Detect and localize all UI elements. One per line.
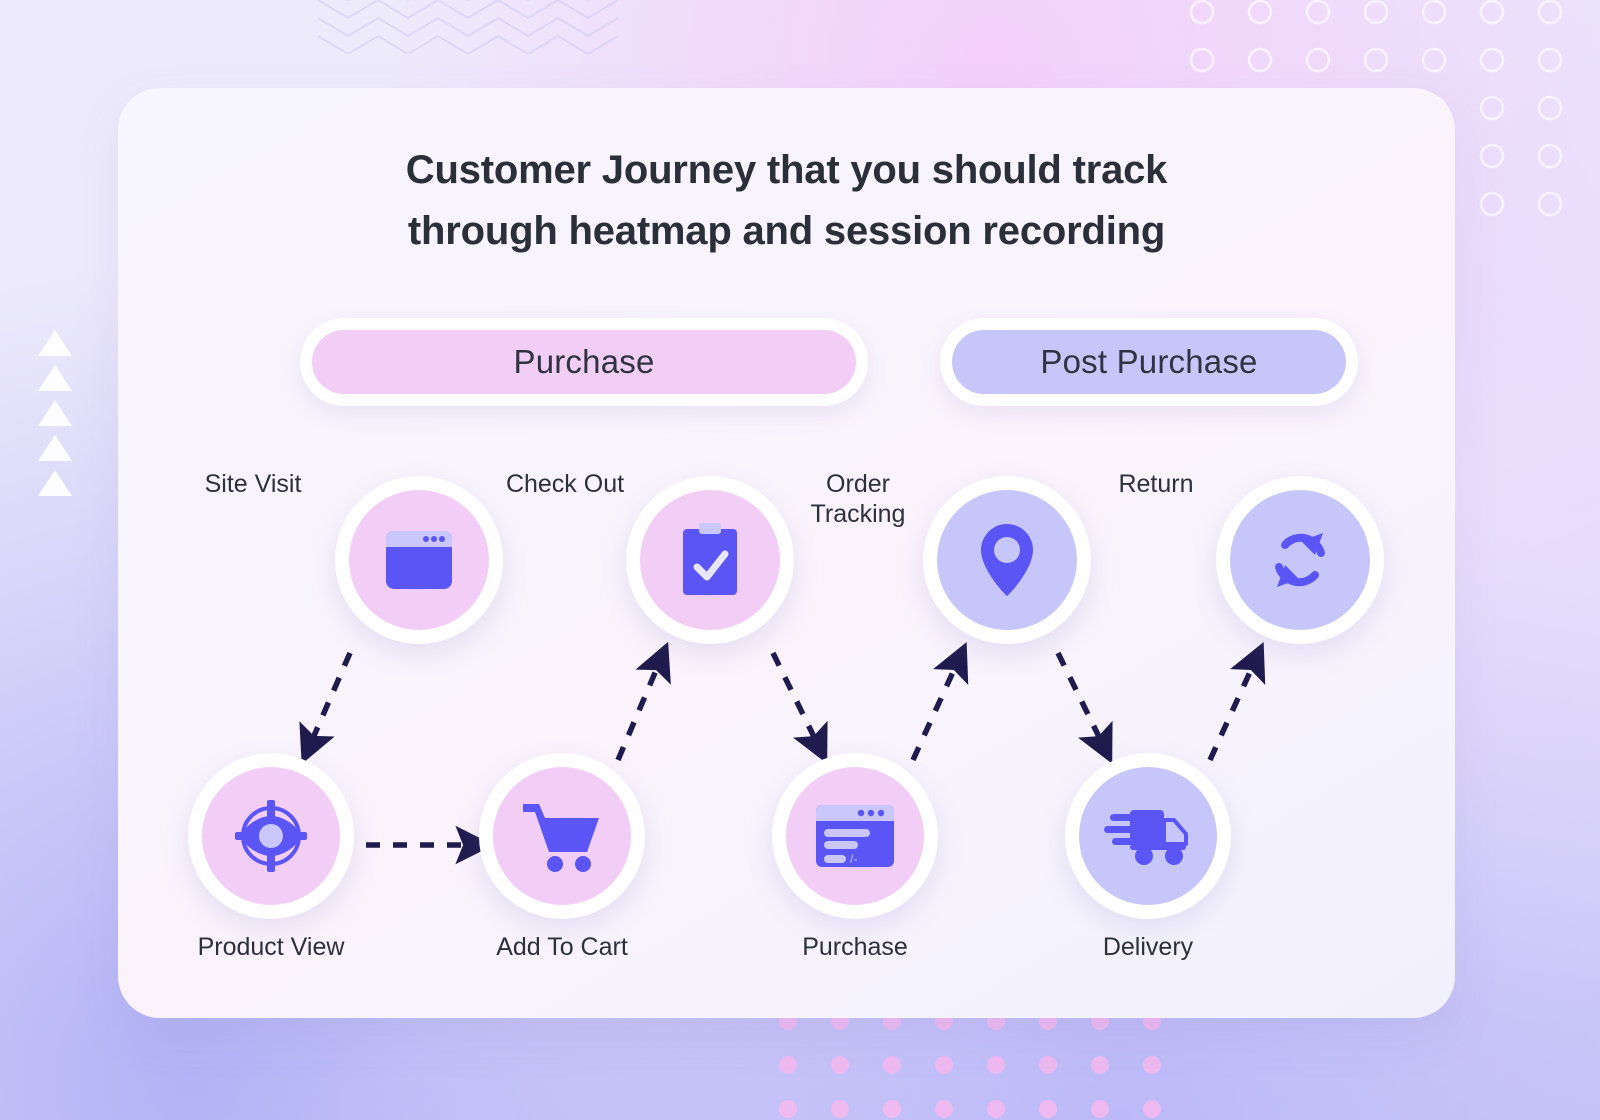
node-site-visit-ring (335, 476, 503, 644)
phase-pill-purchase-label: Purchase (312, 330, 856, 394)
node-delivery[interactable] (1065, 753, 1231, 919)
phase-pill-purchase[interactable]: Purchase (300, 318, 868, 406)
delivery-truck-icon (1104, 810, 1188, 865)
page-title-line-1: Customer Journey that you should track (405, 148, 1168, 192)
map-pin-icon (981, 524, 1033, 596)
phase-pill-purchase-frame: Purchase (300, 318, 868, 406)
node-site-visit[interactable] (335, 476, 503, 644)
node-purchase[interactable]: /- (772, 753, 938, 919)
triangle-icon (38, 435, 72, 461)
node-add-to-cart-ring (479, 753, 645, 919)
payment-window-icon: /- (816, 805, 894, 867)
browser-window-icon (386, 531, 452, 589)
node-site-visit-circle (349, 490, 489, 630)
node-label-check-out: Check Out (505, 470, 625, 498)
node-delivery-ring (1065, 753, 1231, 919)
infographic-card: Customer Journey that you should track t… (118, 88, 1455, 1018)
node-label-return: Return (1118, 470, 1194, 498)
node-label-purchase: Purchase (802, 933, 908, 961)
clipboard-check-icon (683, 523, 737, 595)
node-label-delivery: Delivery (1102, 933, 1194, 961)
shopping-cart-icon (523, 804, 599, 872)
triangle-icon (38, 470, 72, 496)
node-add-to-cart-circle (493, 767, 631, 905)
node-label-site-visit: Site Visit (204, 470, 302, 498)
node-return-circle (1230, 490, 1370, 630)
arrow-site-visit-to-product-view (299, 651, 353, 765)
page-title: Customer Journey that you should track t… (118, 140, 1455, 262)
triangle-icon (38, 400, 72, 426)
node-add-to-cart[interactable] (479, 753, 645, 919)
phase-pill-post-purchase-frame: Post Purchase (940, 318, 1358, 406)
page-title-line-2: through heatmap and session recording (407, 208, 1166, 253)
arrow-purchase-to-order-tracking (910, 641, 969, 762)
node-return-ring (1216, 476, 1384, 644)
node-purchase-circle: /- (786, 767, 924, 905)
node-purchase-ring: /- (772, 753, 938, 919)
refresh-arrows-icon (1275, 533, 1325, 587)
phase-pill-post-purchase[interactable]: Post Purchase (940, 318, 1358, 406)
node-product-view[interactable] (188, 753, 354, 919)
eye-target-icon (235, 800, 307, 872)
node-product-view-ring (188, 753, 354, 919)
arrow-order-tracking-to-delivery (1055, 651, 1113, 764)
zigzag-pattern-icon (318, 0, 618, 54)
node-product-view-circle (202, 767, 340, 905)
node-delivery-circle (1079, 767, 1217, 905)
node-label-product-view: Product View (197, 933, 345, 961)
arrow-check-out-to-purchase (770, 651, 828, 764)
triangle-icon (38, 365, 72, 391)
triangle-icon (38, 330, 72, 356)
arrow-add-to-cart-to-check-out (615, 641, 671, 762)
node-label-order-tracking: Order Tracking (810, 470, 906, 528)
node-label-add-to-cart: Add To Cart (496, 933, 628, 961)
triangle-stack-decoration (38, 330, 82, 500)
phase-pill-post-purchase-label: Post Purchase (952, 330, 1346, 394)
node-return[interactable] (1216, 476, 1384, 644)
arrow-delivery-to-return (1207, 641, 1266, 762)
svg-text:/-: /- (850, 852, 857, 866)
